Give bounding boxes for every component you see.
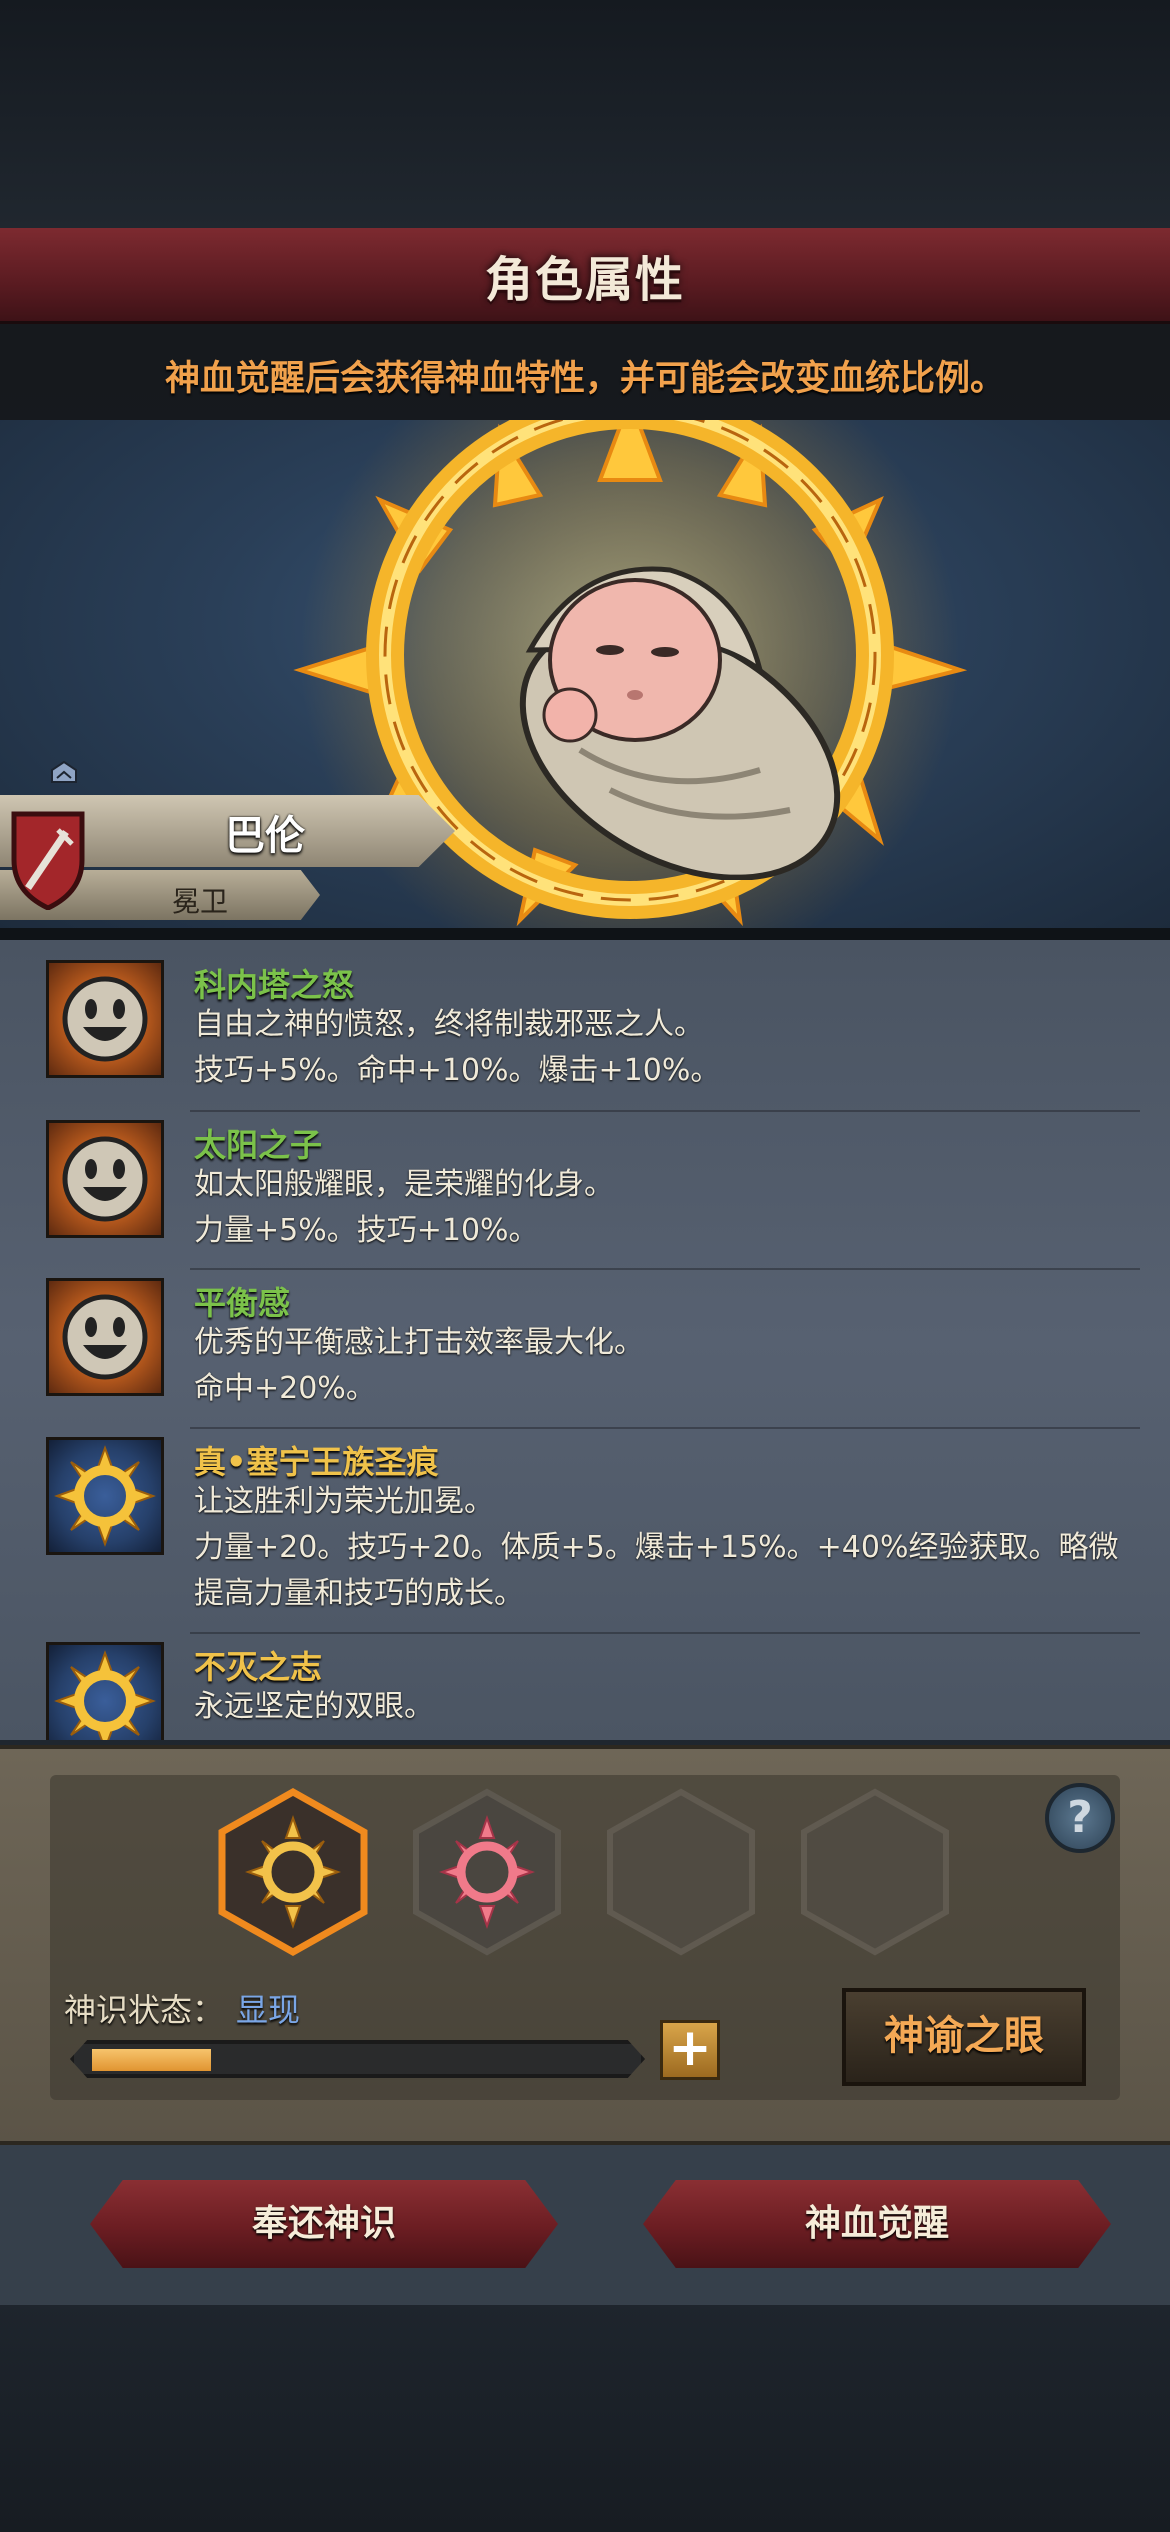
list-item[interactable]: 真•塞宁王族圣痕 让这胜利为荣光加冕。 力量+20。技巧+20。体质+5。爆击+… <box>0 1437 1170 1627</box>
state-label: 神识状态： <box>64 1991 225 2029</box>
divider <box>190 1268 1140 1270</box>
trait-description: 自由之神的愤怒，终将制裁邪恶之人。 技巧+5%。命中+10%。爆击+10%。 <box>194 1002 1124 1094</box>
divider <box>190 1110 1140 1112</box>
trait-description: 永远坚定的双眼。 <box>194 1684 1124 1730</box>
state-value: 显现 <box>236 1991 301 2029</box>
trait-effects: 技巧+5%。命中+10%。爆击+10%。 <box>194 1053 721 1088</box>
trait-list[interactable]: 科内塔之怒 自由之神的愤怒，终将制裁邪恶之人。 技巧+5%。命中+10%。爆击+… <box>0 940 1170 1740</box>
divider <box>190 1427 1140 1429</box>
trait-effects: 力量+5%。技巧+10%。 <box>194 1213 539 1248</box>
trait-name: 真•塞宁王族圣痕 <box>194 1443 439 1481</box>
divider <box>0 928 1170 940</box>
trait-description: 让这胜利为荣光加冕。 力量+20。技巧+20。体质+5。爆击+15%。+40%经… <box>194 1479 1124 1617</box>
progress-fill <box>92 2049 211 2071</box>
list-item[interactable]: 平衡感 优秀的平衡感让打击效率最大化。 命中+20%。 <box>0 1278 1170 1428</box>
smiley-icon <box>46 1120 164 1238</box>
sun-sigil-icon <box>46 1642 164 1740</box>
list-item[interactable]: 科内塔之怒 自由之神的愤怒，终将制裁邪恶之人。 技巧+5%。命中+10%。爆击+… <box>0 960 1170 1110</box>
list-item[interactable]: 不灭之志 永远坚定的双眼。 <box>0 1642 1170 1740</box>
oracle-eye-button[interactable]: 神谕之眼 <box>842 1988 1086 2086</box>
trait-flavor: 自由之神的愤怒，终将制裁邪恶之人。 <box>194 1007 704 1042</box>
trait-flavor: 永远坚定的双眼。 <box>194 1689 434 1724</box>
hint-text: 神血觉醒后会获得神血特性，并可能会改变血统比例。 <box>164 359 1005 399</box>
trait-effects-cont: 提高力量和技巧的成长。 <box>194 1576 524 1611</box>
list-item[interactable]: 太阳之子 如太阳般耀眼，是荣耀的化身。 力量+5%。技巧+10%。 <box>0 1120 1170 1270</box>
trait-name: 平衡感 <box>194 1284 291 1322</box>
smiley-icon <box>46 1278 164 1396</box>
shield-sword-icon <box>11 811 85 910</box>
return-divine-sense-button[interactable]: 奉还神识 <box>90 2180 558 2268</box>
oracle-slot-red[interactable] <box>412 1788 562 1956</box>
divider <box>190 1632 1140 1634</box>
oracle-slot-empty[interactable] <box>800 1788 950 1956</box>
top-background <box>0 0 1170 228</box>
oracle-slot-empty[interactable] <box>606 1788 756 1956</box>
smiley-icon <box>46 960 164 1078</box>
rank-icon <box>51 760 77 783</box>
add-button[interactable]: + <box>660 2020 720 2080</box>
progress-bar <box>70 2040 645 2078</box>
trait-name: 不灭之志 <box>194 1648 323 1686</box>
divine-blood-awaken-button[interactable]: 神血觉醒 <box>643 2180 1111 2268</box>
oracle-slot-gold[interactable] <box>218 1788 368 1956</box>
trait-name: 科内塔之怒 <box>194 966 355 1004</box>
character-class: 冕卫 <box>171 885 228 918</box>
trait-flavor: 让这胜利为荣光加冕。 <box>194 1484 494 1519</box>
trait-effects: 力量+20。技巧+20。体质+5。爆击+15%。+40%经验获取。略微 <box>194 1530 1119 1565</box>
page-title: 角色属性 <box>484 252 685 308</box>
trait-effects: 命中+20%。 <box>194 1371 376 1406</box>
bottom-background <box>0 2305 1170 2532</box>
character-name: 巴伦 <box>225 813 305 859</box>
help-icon[interactable]: ? <box>1045 1783 1115 1853</box>
baby-portrait <box>519 566 841 880</box>
trait-flavor: 如太阳般耀眼，是荣耀的化身。 <box>194 1167 614 1202</box>
trait-name: 太阳之子 <box>194 1126 323 1164</box>
trait-flavor: 优秀的平衡感让打击效率最大化。 <box>194 1325 644 1360</box>
trait-description: 优秀的平衡感让打击效率最大化。 命中+20%。 <box>194 1320 1124 1412</box>
trait-description: 如太阳般耀眼，是荣耀的化身。 力量+5%。技巧+10%。 <box>194 1162 1124 1254</box>
sun-sigil-icon <box>46 1437 164 1555</box>
